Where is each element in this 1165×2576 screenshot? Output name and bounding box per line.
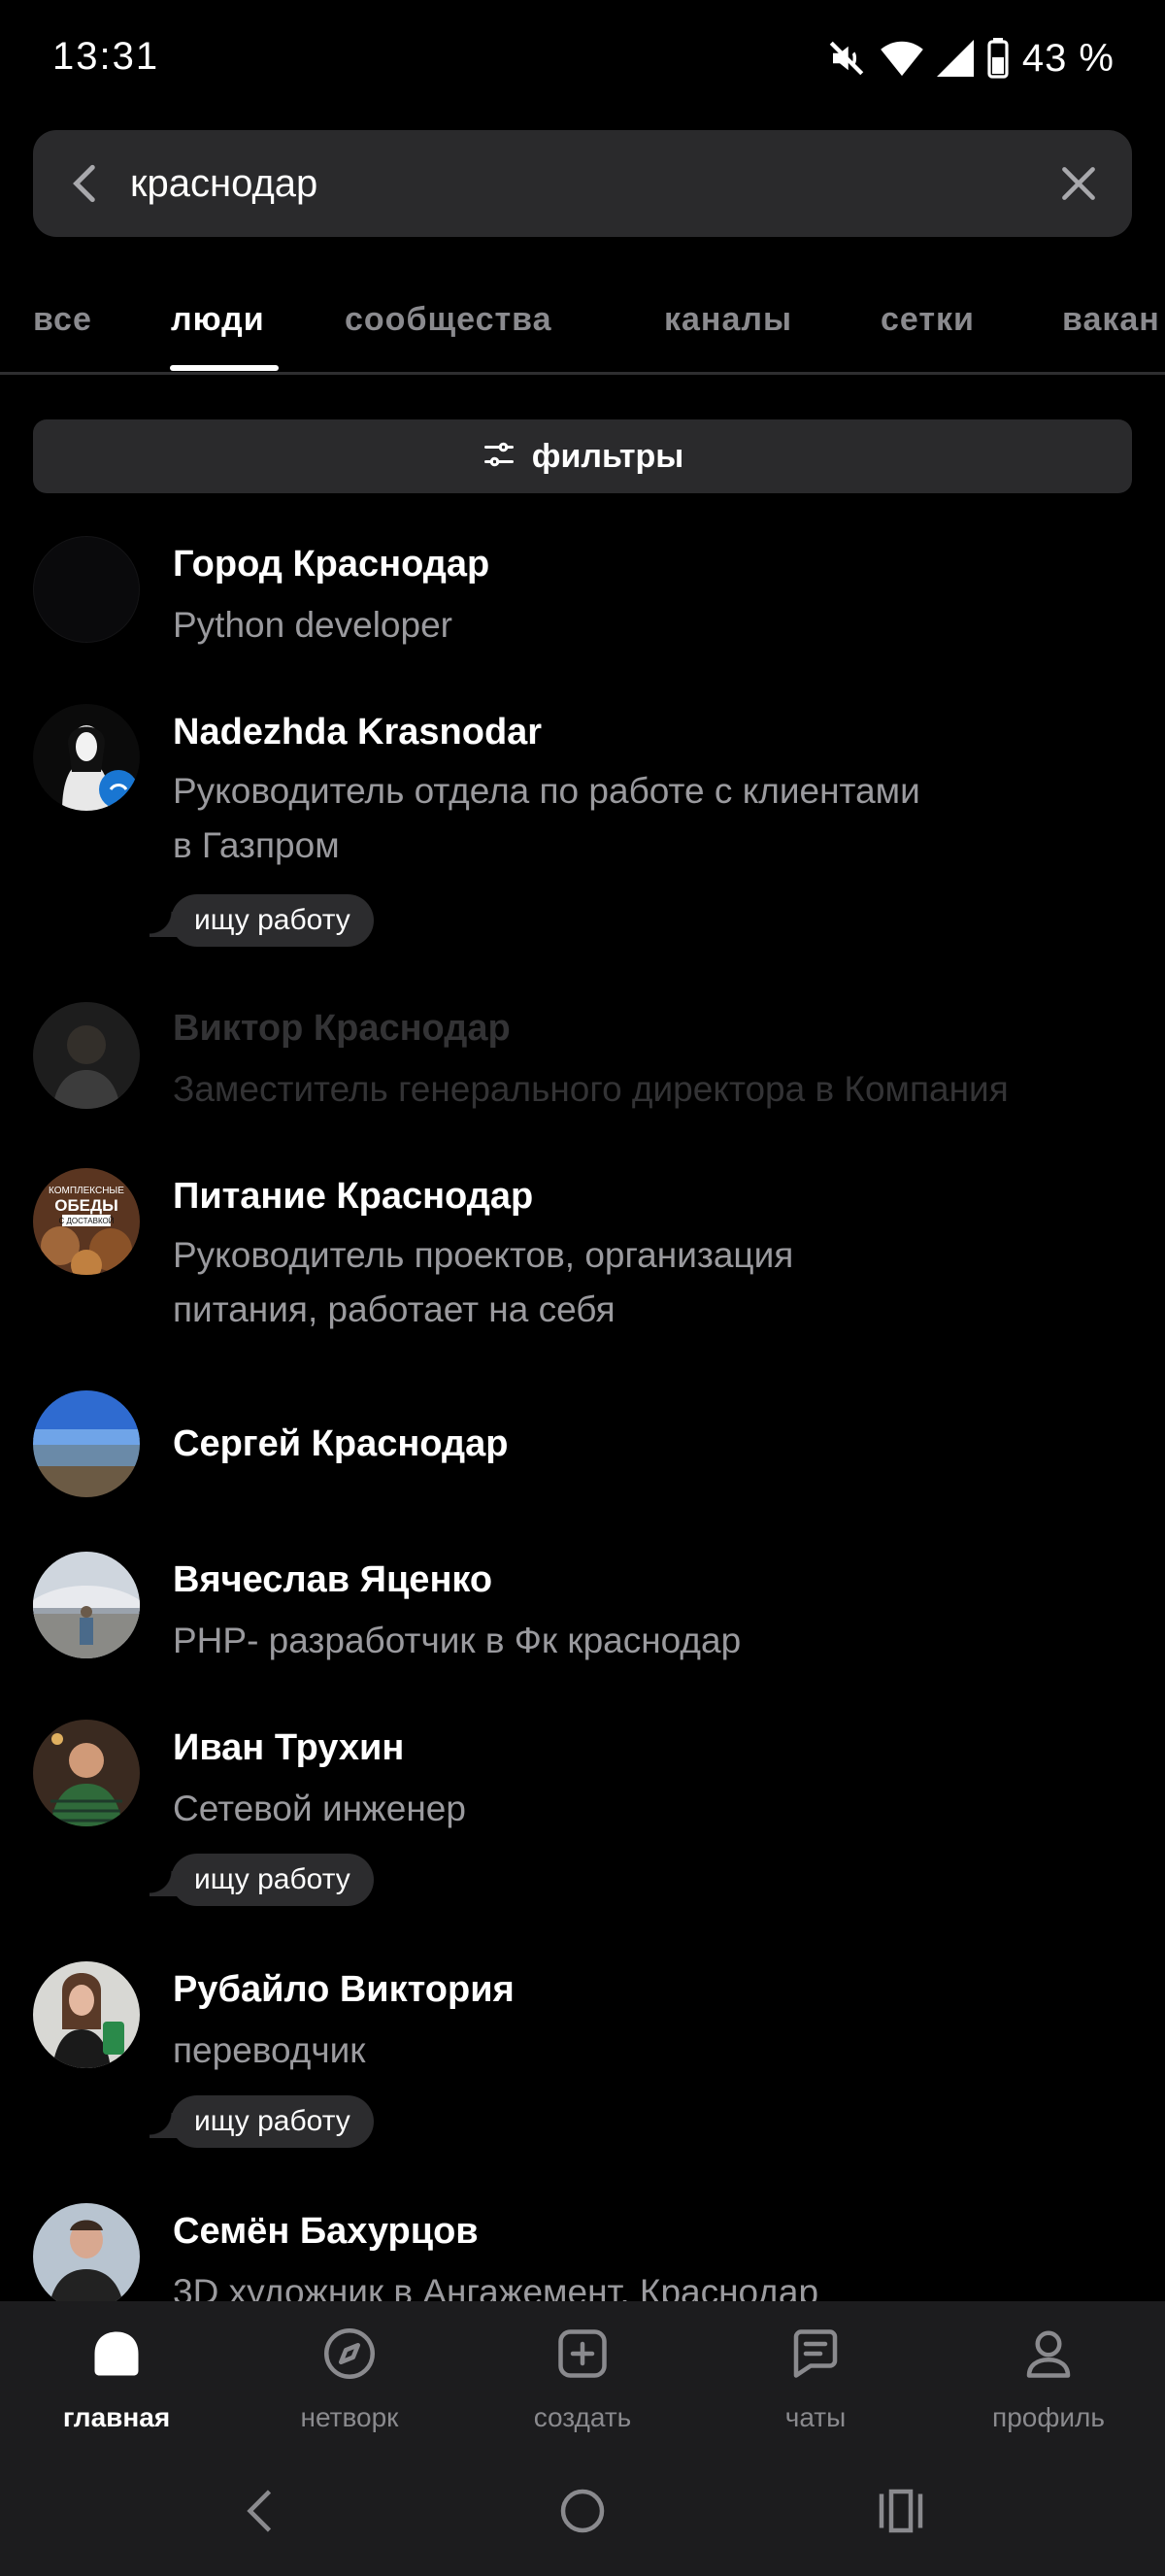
category-tabs: все люди сообщества каналы сетки вакан: [0, 282, 1165, 375]
tab-people[interactable]: люди: [171, 301, 265, 339]
tab-channels[interactable]: каналы: [664, 301, 792, 339]
avatar-promo-line-1: КОМПЛЕКСНЫЕ: [49, 1186, 124, 1196]
filters-label: фильтры: [531, 437, 684, 475]
person-role-line-1: Руководитель проектов, организация: [173, 1235, 794, 1275]
person-role-line-2: питания, работает на себя: [173, 1289, 616, 1329]
nav-label: профиль: [992, 2402, 1105, 2432]
status-icons: 43 %: [826, 35, 1115, 82]
clear-search-icon[interactable]: [1054, 159, 1103, 208]
person-role: PHP- разработчик в Фк краснодар: [173, 1621, 742, 1660]
nav-label: чаты: [784, 2402, 847, 2432]
nav-label: главная: [62, 2402, 171, 2432]
profile-icon: [1019, 2325, 1078, 2383]
person-name: Питание Краснодар: [173, 1176, 534, 1217]
tab-grids[interactable]: сетки: [881, 301, 975, 339]
avatar: [33, 1961, 140, 2068]
job-search-badge: ищу работу: [150, 1854, 374, 1906]
home-icon: [87, 2325, 146, 2383]
tab-communities[interactable]: сообщества: [345, 301, 552, 339]
status-time: 13:31: [52, 35, 160, 78]
avatar: [33, 1552, 140, 1658]
person-name: Сергей Краснодар: [173, 1423, 509, 1464]
person-name: Вячеслав Яценко: [173, 1559, 493, 1600]
signal-icon: [936, 39, 974, 78]
person-name: Рубайло Виктория: [173, 1969, 515, 2010]
person-name: Виктор Краснодар: [173, 1008, 511, 1049]
person-name: Семён Бахурцов: [173, 2211, 479, 2252]
tab-vacancies[interactable]: вакан: [1062, 301, 1160, 339]
system-recents-icon[interactable]: [872, 2482, 930, 2540]
person-role: Сетевой инженер: [173, 1789, 466, 1828]
system-navigation-bar: [0, 2447, 1165, 2576]
avatar: [33, 704, 140, 811]
avatar: [33, 1002, 140, 1109]
system-home-icon[interactable]: [553, 2482, 612, 2540]
nav-label: нетворк: [300, 2402, 399, 2432]
avatar: КОМПЛЕКСНЫЕ ОБЕДЫ С ДОСТАВКОЙ: [33, 1168, 140, 1275]
person-name: Nadezhda Krasnodar: [173, 712, 543, 753]
mute-icon: [826, 38, 867, 79]
person-role-line-2: в Газпром: [173, 825, 340, 865]
nav-create[interactable]: создать: [466, 2301, 699, 2447]
battery-percent: 43 %: [1021, 36, 1115, 80]
person-name: Иван Трухин: [173, 1727, 405, 1768]
compass-icon: [320, 2325, 379, 2383]
active-tab-indicator: [170, 365, 279, 371]
filters-button[interactable]: фильтры: [33, 419, 1132, 493]
plus-square-icon: [553, 2325, 612, 2383]
status-bar: 13:31 43 %: [0, 0, 1165, 117]
person-name: Город Краснодар: [173, 544, 490, 585]
nav-network[interactable]: нетворк: [233, 2301, 466, 2447]
system-back-icon[interactable]: [233, 2482, 291, 2540]
person-role: переводчик: [173, 2030, 366, 2070]
job-search-badge: ищу работу: [150, 894, 374, 947]
avatar: [33, 1390, 140, 1497]
nav-profile[interactable]: профиль: [932, 2301, 1165, 2447]
avatar: [33, 1720, 140, 1826]
sliders-icon: [482, 437, 516, 477]
bottom-navigation: главная нетворк создать чаты профиль: [0, 2301, 1165, 2447]
nav-label: создать: [533, 2402, 632, 2432]
chat-icon: [786, 2325, 845, 2383]
person-role-line-1: Руководитель отдела по работе с клиентам…: [173, 771, 920, 811]
avatar-promo-line-2: ОБЕДЫ: [54, 1196, 118, 1215]
person-role: Заместитель генерального директора в Ком…: [173, 1069, 1009, 1109]
person-role: Python developer: [173, 605, 452, 645]
app-screen: 13:31 43 % все люди с: [0, 0, 1165, 2576]
tab-all[interactable]: все: [33, 301, 92, 339]
battery-icon: [987, 38, 1009, 79]
avatar: [33, 2203, 140, 2310]
back-arrow-icon[interactable]: [62, 159, 111, 208]
avatar: [33, 536, 140, 643]
search-input[interactable]: [130, 130, 1004, 237]
search-bar: [33, 130, 1132, 237]
avatar-promo-line-3: С ДОСТАВКОЙ: [59, 1217, 115, 1225]
job-search-badge: ищу работу: [150, 2095, 374, 2148]
nav-chats[interactable]: чаты: [699, 2301, 932, 2447]
nav-home[interactable]: главная: [0, 2301, 233, 2447]
wifi-icon: [881, 39, 923, 78]
